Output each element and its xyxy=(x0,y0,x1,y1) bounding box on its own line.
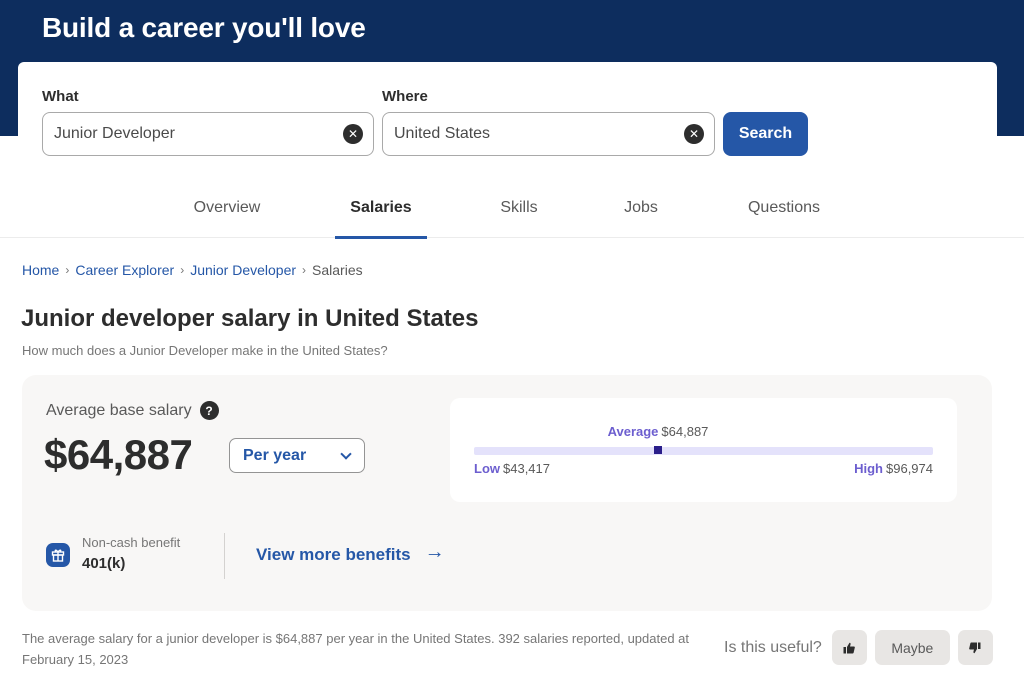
thumbs-down-button[interactable] xyxy=(957,630,993,665)
gift-icon xyxy=(46,543,70,567)
search-button[interactable]: Search xyxy=(723,112,808,156)
pay-period-value: Per year xyxy=(243,446,307,464)
thumbs-down-icon xyxy=(969,642,981,653)
where-label: Where xyxy=(382,88,428,105)
average-salary-label: Average base salary ? xyxy=(46,401,219,420)
salary-range-card: Average $64,887 Low $43,417 High $96,974 xyxy=(450,398,957,502)
range-low-label: Low $43,417 xyxy=(474,461,550,476)
breadcrumb-home[interactable]: Home xyxy=(22,262,59,278)
breadcrumb-career-explorer[interactable]: Career Explorer xyxy=(75,262,174,278)
page-subtitle: How much does a Junior Developer make in… xyxy=(22,343,388,358)
benefit-label: Non-cash benefit xyxy=(82,535,181,550)
average-salary-label-text: Average base salary xyxy=(46,401,192,419)
view-more-benefits-link[interactable]: View more benefits → xyxy=(256,541,445,565)
non-cash-benefit: Non-cash benefit 401(k) xyxy=(46,533,180,575)
range-high-value: $96,974 xyxy=(886,461,933,476)
breadcrumb: Home › Career Explorer › Junior Develope… xyxy=(22,262,363,278)
tab-salaries[interactable]: Salaries xyxy=(335,186,427,239)
chevron-down-icon xyxy=(340,447,352,460)
breadcrumb-separator: › xyxy=(180,263,185,277)
tab-overview[interactable]: Overview xyxy=(177,186,277,238)
thumbs-up-icon xyxy=(843,642,856,653)
breadcrumb-separator: › xyxy=(65,263,70,277)
range-low-value: $43,417 xyxy=(503,461,550,476)
page-title: Junior developer salary in United States xyxy=(21,305,479,332)
search-form: What ✕ Where ✕ Search xyxy=(18,62,997,182)
what-label: What xyxy=(42,88,79,105)
clear-where-icon[interactable]: ✕ xyxy=(684,124,704,144)
pay-period-select[interactable]: Per year xyxy=(229,438,365,473)
help-icon[interactable]: ? xyxy=(199,401,219,420)
tab-skills[interactable]: Skills xyxy=(480,186,558,238)
range-average-key: Average xyxy=(607,424,659,439)
benefit-divider xyxy=(224,533,225,579)
arrow-right-icon: → xyxy=(424,540,445,563)
clear-what-icon[interactable]: ✕ xyxy=(343,124,363,144)
average-marker xyxy=(654,446,662,454)
thumbs-up-button[interactable] xyxy=(831,630,867,665)
tab-questions[interactable]: Questions xyxy=(730,186,838,238)
salary-card: Average base salary ? $64,887 Per year A… xyxy=(22,375,992,611)
range-low-key: Low xyxy=(474,461,500,476)
benefit-value: 401(k) xyxy=(82,555,126,572)
breadcrumb-junior-developer[interactable]: Junior Developer xyxy=(190,262,296,278)
salary-footnote: The average salary for a junior develope… xyxy=(22,631,690,667)
breadcrumb-current: Salaries xyxy=(312,262,363,278)
where-input[interactable] xyxy=(394,125,684,143)
range-high-key: High xyxy=(854,461,883,476)
breadcrumb-separator: › xyxy=(302,263,307,277)
career-tabs: Overview Salaries Skills Jobs Questions xyxy=(0,186,1024,239)
feedback-question: Is this useful? xyxy=(724,638,822,656)
what-input[interactable] xyxy=(54,125,343,143)
range-average-value: $64,887 xyxy=(661,424,709,439)
gift-icon-glyph xyxy=(51,549,65,562)
range-high-label: High $96,974 xyxy=(854,461,933,476)
feedback-bar: Is this useful? Maybe xyxy=(724,630,993,665)
hero-title: Build a career you'll love xyxy=(42,12,366,43)
range-average-label: Average $64,887 xyxy=(608,424,709,439)
what-field[interactable]: ✕ xyxy=(42,112,374,156)
tab-jobs[interactable]: Jobs xyxy=(606,186,676,238)
salary-range-bar xyxy=(474,446,933,455)
where-field[interactable]: ✕ xyxy=(382,112,715,156)
maybe-button[interactable]: Maybe xyxy=(874,630,950,665)
view-more-benefits-label: View more benefits xyxy=(256,545,411,564)
average-salary-value: $64,887 xyxy=(44,431,193,478)
benefit-text: Non-cash benefit 401(k) xyxy=(82,533,180,575)
